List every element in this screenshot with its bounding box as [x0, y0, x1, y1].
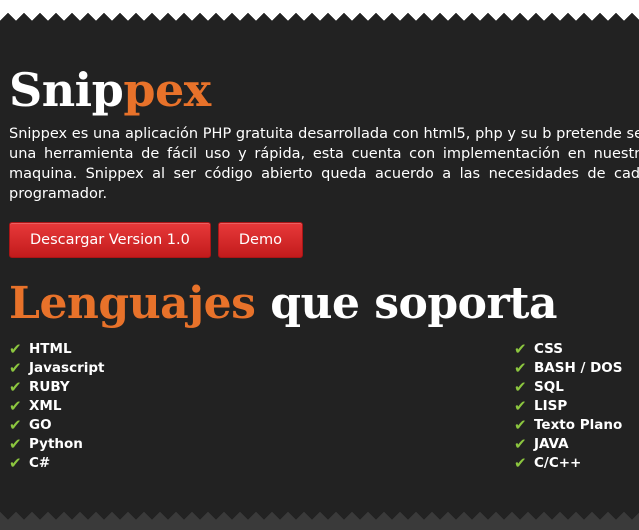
language-label: SQL	[534, 379, 564, 395]
check-icon: ✔	[514, 378, 527, 396]
check-icon: ✔	[514, 359, 527, 377]
language-item: ✔ Python	[9, 435, 104, 454]
check-icon: ✔	[514, 454, 527, 472]
check-icon: ✔	[9, 397, 22, 415]
languages-title: Lenguajes que soporta	[9, 276, 639, 332]
check-icon: ✔	[514, 435, 527, 453]
language-label: HTML	[29, 341, 72, 357]
language-item: ✔ Javascript	[9, 359, 104, 378]
language-label: CSS	[534, 341, 563, 357]
check-icon: ✔	[9, 359, 22, 377]
language-label: LISP	[534, 398, 568, 414]
language-item: ✔ HTML	[9, 340, 104, 359]
languages-list-left: ✔ HTML ✔ Javascript ✔ RUBY ✔ XML ✔ GO ✔ Python…	[9, 340, 104, 473]
check-icon: ✔	[514, 340, 527, 358]
language-label: BASH / DOS	[534, 360, 623, 376]
language-label: Python	[29, 436, 83, 452]
demo-button[interactable]: Demo	[217, 222, 303, 258]
language-item: ✔ C#	[9, 454, 104, 473]
check-icon: ✔	[9, 435, 22, 453]
logo-main: Snip	[9, 63, 124, 117]
logo: Snippex	[9, 60, 639, 120]
language-item: ✔ LISP	[514, 397, 623, 416]
language-item: ✔ GO	[9, 416, 104, 435]
language-label: Texto Plano	[534, 417, 623, 433]
check-icon: ✔	[514, 416, 527, 434]
check-icon: ✔	[9, 454, 22, 472]
language-label: C/C++	[534, 455, 582, 471]
logo-accent: pex	[123, 63, 211, 117]
main-content: Snippex Snippex es una aplicación PHP gr…	[9, 60, 639, 480]
language-label: JAVA	[534, 436, 569, 452]
check-icon: ✔	[9, 416, 22, 434]
language-label: RUBY	[29, 379, 70, 395]
language-item: ✔ CSS	[514, 340, 623, 359]
button-group: Descargar Version 1.0 Demo	[9, 222, 639, 258]
check-icon: ✔	[9, 378, 22, 396]
language-item: ✔ JAVA	[514, 435, 623, 454]
language-item: ✔ Texto Plano	[514, 416, 623, 435]
description: Snippex es una aplicación PHP gratuita d…	[9, 126, 639, 202]
languages-list-right: ✔ CSS ✔ BASH / DOS ✔ SQL ✔ LISP ✔ Texto Plano…	[514, 340, 623, 473]
zigzag-top-border	[0, 0, 639, 26]
language-item: ✔ XML	[9, 397, 104, 416]
check-icon: ✔	[9, 340, 22, 358]
language-item: ✔ SQL	[514, 378, 623, 397]
language-label: XML	[29, 398, 62, 414]
language-item: ✔ BASH / DOS	[514, 359, 623, 378]
languages-title-accent: Lenguajes	[9, 278, 256, 329]
download-button[interactable]: Descargar Version 1.0	[9, 222, 211, 258]
check-icon: ✔	[514, 397, 527, 415]
language-label: GO	[29, 417, 52, 433]
language-item: ✔ C/C++	[514, 454, 623, 473]
language-item: ✔ RUBY	[9, 378, 104, 397]
languages-columns: ✔ HTML ✔ Javascript ✔ RUBY ✔ XML ✔ GO ✔ Python…	[9, 340, 639, 480]
language-label: C#	[29, 455, 51, 471]
language-label: Javascript	[29, 360, 105, 376]
zigzag-bottom-border	[0, 510, 639, 530]
languages-title-rest: que soporta	[255, 278, 558, 329]
